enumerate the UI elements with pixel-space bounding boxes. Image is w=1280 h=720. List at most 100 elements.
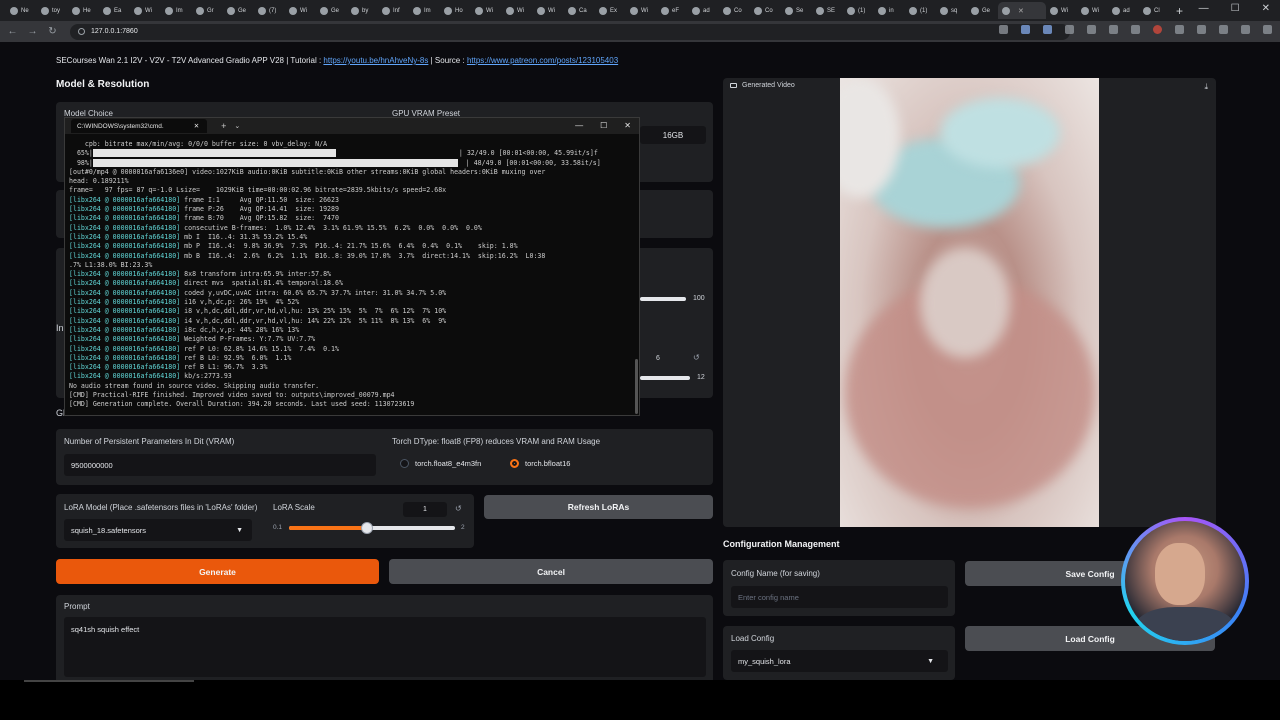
terminal-line-prefix: [libx264 @ 0000016afa664180] <box>69 288 181 297</box>
terminal-line: head: 0.189211% <box>69 177 129 186</box>
reload-icon[interactable]: ↻ <box>45 26 60 37</box>
url-field[interactable]: 127.0.0.1:7860 <box>70 23 1070 40</box>
terminal-tab[interactable]: C:\WINDOWS\system32\cmd. ✕ <box>71 119 208 133</box>
maximize-icon[interactable]: ☐ <box>1231 3 1240 14</box>
close-window-icon[interactable]: ✕ <box>1262 3 1270 14</box>
zoom-icon[interactable] <box>999 25 1008 34</box>
extension-icon[interactable] <box>1131 25 1140 34</box>
browser-tab[interactable]: Ge <box>223 2 254 19</box>
browser-tab[interactable]: by <box>347 2 378 19</box>
browser-tab[interactable]: Wi <box>285 2 316 19</box>
extension-icon[interactable] <box>1109 25 1118 34</box>
download-icon[interactable]: ⤓ <box>1204 82 1208 92</box>
persistent-params-input[interactable]: 9500000000 <box>64 454 376 476</box>
browser-tab[interactable]: He <box>68 2 99 19</box>
browser-tab[interactable]: Co <box>750 2 781 19</box>
minimize-icon[interactable]: — <box>1199 3 1209 14</box>
browser-tab[interactable]: ad <box>1108 2 1139 19</box>
source-link[interactable]: https://www.patreon.com/posts/123105403 <box>467 56 618 65</box>
profile-icon[interactable] <box>1241 25 1250 34</box>
new-terminal-tab-icon[interactable]: + <box>221 121 226 131</box>
close-window-icon[interactable]: ✕ <box>624 121 631 130</box>
back-icon[interactable]: ← <box>5 26 20 37</box>
browser-tab[interactable]: Wi <box>1046 2 1077 19</box>
browser-tab[interactable]: Co <box>719 2 750 19</box>
browser-tab[interactable]: (7) <box>254 2 285 19</box>
slider-track[interactable] <box>640 376 690 380</box>
reset-icon[interactable]: ↺ <box>455 504 462 513</box>
browser-tab[interactable]: (1) <box>843 2 874 19</box>
refresh-loras-button[interactable]: Refresh LoRAs <box>484 495 713 519</box>
browser-tab[interactable]: sq <box>936 2 967 19</box>
browser-tab[interactable]: Wi <box>130 2 161 19</box>
browser-tab[interactable]: Im <box>409 2 440 19</box>
lora-scale-input[interactable]: 1 <box>403 502 447 517</box>
browser-tab[interactable]: Ge <box>967 2 998 19</box>
browser-tab[interactable]: Ea <box>99 2 130 19</box>
cancel-button[interactable]: Cancel <box>389 559 713 584</box>
menu-icon[interactable] <box>1263 25 1272 34</box>
browser-tab[interactable]: Wi <box>1077 2 1108 19</box>
browser-tab[interactable]: ✕ <box>998 2 1046 19</box>
browser-tab[interactable]: Ge <box>316 2 347 19</box>
reset-icon[interactable]: ↺ <box>693 353 700 362</box>
extension-icon[interactable] <box>1175 25 1184 34</box>
browser-tab[interactable]: Ca <box>564 2 595 19</box>
browser-tab[interactable]: Ho <box>440 2 471 19</box>
browser-tab[interactable]: Im <box>161 2 192 19</box>
generate-button[interactable]: Generate <box>56 559 379 584</box>
dtype-option-float8[interactable]: torch.float8_e4m3fn <box>400 459 481 468</box>
config-name-input[interactable]: Enter config name <box>731 586 948 608</box>
side-panel-icon[interactable] <box>1219 25 1228 34</box>
tab-favicon-icon <box>227 6 235 15</box>
close-tab-icon[interactable]: ✕ <box>1018 7 1024 15</box>
browser-tab[interactable]: Inf <box>378 2 409 19</box>
browser-tab-label: He <box>83 7 91 14</box>
browser-tab[interactable]: Ex <box>595 2 626 19</box>
lora-scale-slider-fill <box>289 526 368 530</box>
tutorial-link[interactable]: https://youtu.be/hnAhveNy-8s <box>323 56 428 65</box>
lora-scale-slider-thumb[interactable] <box>361 522 374 534</box>
browser-tab[interactable]: ad <box>688 2 719 19</box>
browser-tab[interactable]: Gr <box>192 2 223 19</box>
gpu-vram-option-16gb[interactable]: 16GB <box>640 126 706 144</box>
new-tab-button[interactable]: + <box>1176 4 1183 18</box>
tab-favicon-icon <box>816 6 824 15</box>
browser-tab[interactable]: SE <box>812 2 843 19</box>
record-icon[interactable] <box>1153 25 1162 34</box>
browser-tab[interactable]: eF <box>657 2 688 19</box>
browser-tab[interactable]: (1) <box>905 2 936 19</box>
generated-video-player[interactable] <box>840 78 1099 527</box>
terminal-scrollbar[interactable] <box>635 359 638 414</box>
extension-icon[interactable] <box>1065 25 1074 34</box>
slider-track[interactable] <box>640 297 686 301</box>
browser-tab[interactable]: Ne <box>6 2 37 19</box>
browser-tab[interactable]: Wi <box>471 2 502 19</box>
chevron-down-icon[interactable]: ⌄ <box>234 122 240 130</box>
maximize-icon[interactable]: ☐ <box>600 121 607 130</box>
close-tab-icon[interactable]: ✕ <box>194 122 199 130</box>
browser-tab[interactable]: in <box>874 2 905 19</box>
browser-tab[interactable]: Se <box>781 2 812 19</box>
minimize-icon[interactable]: — <box>575 121 583 130</box>
browser-tab[interactable]: Wi <box>533 2 564 19</box>
prompt-textarea[interactable]: sq41sh squish effect <box>64 617 706 677</box>
terminal-window[interactable]: C:\WINDOWS\system32\cmd. ✕ + ⌄ — ☐ ✕ cpb… <box>64 117 640 416</box>
terminal-line: frame= 97 fps= 87 q=-1.0 Lsize= 1029KiB … <box>69 186 447 195</box>
bookmark-star-icon[interactable] <box>1021 25 1030 34</box>
lora-model-dropdown[interactable]: squish_18.safetensors ▼ <box>64 519 252 541</box>
browser-tab-label: Cl <box>1154 7 1160 14</box>
forward-icon[interactable]: → <box>25 26 40 37</box>
extensions-puzzle-icon[interactable] <box>1197 25 1206 34</box>
extension-icon[interactable] <box>1087 25 1096 34</box>
browser-tab[interactable]: Cl <box>1139 2 1170 19</box>
lora-model-label: LoRA Model (Place .safetensors files in … <box>64 503 258 512</box>
browser-tab[interactable]: Wi <box>626 2 657 19</box>
browser-tab[interactable]: Wi <box>502 2 533 19</box>
browser-tab[interactable]: toy <box>37 2 68 19</box>
extension-icon[interactable] <box>1043 25 1052 34</box>
dtype-option-bfloat16[interactable]: torch.bfloat16 <box>510 459 570 468</box>
video-frame-detail <box>920 248 1010 358</box>
site-info-icon[interactable] <box>78 28 85 35</box>
load-config-dropdown[interactable]: my_squish_lora ▼ <box>731 650 948 672</box>
